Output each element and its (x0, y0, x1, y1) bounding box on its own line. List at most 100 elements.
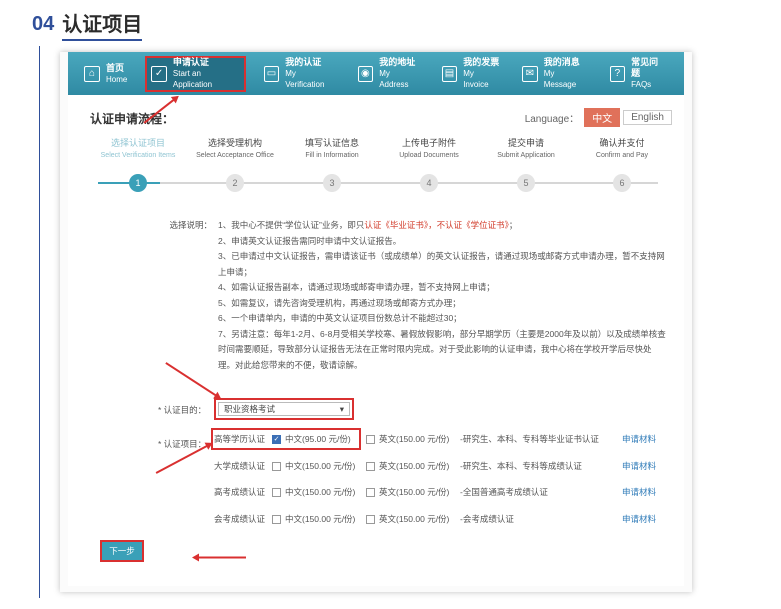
step-1-cn: 选择认证项目 (110, 138, 165, 148)
item-name: 会考成绩认证 (214, 514, 266, 524)
process-steps: 选择认证项目 Select Verification Items 选择受理机构 … (88, 136, 672, 196)
step-dot-3: 3 (323, 174, 341, 192)
item-english-option[interactable]: 英文(150.00 元/份) (366, 433, 460, 445)
item-materials-link[interactable]: 申请材料 (622, 513, 656, 525)
item-chinese-price: 中文(95.00 元/份) (285, 434, 351, 444)
nav-faqs[interactable]: ? 常见问题 FAQs (606, 56, 670, 92)
nav-my-invoice[interactable]: ▤ 我的发票 My Invoice (438, 56, 505, 92)
process-title: 认证申请流程： (90, 112, 175, 126)
note-1-pre: 1、我中心不提供“学位认证”业务，即只 (218, 220, 365, 230)
language-switcher: Language： 中文 English (525, 108, 672, 127)
purpose-label: * 认证目的： (158, 405, 207, 415)
nav-my-message[interactable]: ✉ 我的消息 My Message (518, 56, 591, 92)
item-chinese-option[interactable]: 中文(150.00 元/份) (272, 460, 366, 472)
note-6: 6、一个申请单内，申请的中英文认证项目份数总计不能超过30； (218, 313, 462, 323)
notes-list: 1、我中心不提供“学位认证”业务，即只认证《毕业证书》，不认证《学位证书》； 2… (218, 218, 668, 373)
message-icon: ✉ (522, 65, 538, 82)
section-heading: 04 认证项目 (32, 8, 143, 41)
step-5-en: Submit Application (497, 152, 555, 159)
nav-home[interactable]: ⌂ 首页 Home (80, 56, 131, 92)
item-name: 高考成绩认证 (214, 487, 266, 497)
dropdown-arrow-icon: ▾ (339, 403, 344, 414)
invoice-icon: ▤ (441, 65, 458, 82)
step-1-en: Select Verification Items (100, 152, 176, 159)
location-icon: ◉ (357, 65, 374, 82)
section-title: 认证项目 (62, 8, 143, 41)
item-english-price: 英文(150.00 元/份) (379, 514, 450, 524)
step-4: 上传电子附件 Upload Documents (379, 136, 479, 159)
step-dot-6: 6 (613, 174, 631, 192)
item-chinese-option[interactable]: 中文(150.00 元/份) (272, 513, 366, 525)
language-english-button[interactable]: English (623, 110, 672, 125)
checkbox-icon[interactable] (272, 461, 281, 471)
step-4-cn: 上传电子附件 (401, 138, 456, 148)
nav-my-verification[interactable]: ▭ 我的认证 My Verification (260, 56, 340, 92)
nav-my-address[interactable]: ◉ 我的地址 My Address (354, 56, 424, 92)
item-chinese-price: 中文(150.00 元/份) (285, 461, 356, 471)
item-chinese-price: 中文(150.00 元/份) (285, 514, 356, 524)
checkbox-icon[interactable] (366, 434, 375, 444)
nav-message-cn: 我的消息 (543, 57, 580, 67)
nav-message-en: My Message (543, 69, 577, 89)
nav-home-en: Home (106, 74, 128, 84)
item-english-option[interactable]: 英文(150.00 元/份) (366, 486, 460, 498)
item-chinese-option[interactable]: ✓ 中文(95.00 元/份) (272, 433, 366, 445)
purpose-highlight-box: 职业资格考试 ▾ (214, 398, 354, 420)
note-4: 4、如需认证报告副本，请通过现场或邮寄申请办理，暂不支持网上申请； (218, 282, 495, 292)
item-materials-link[interactable]: 申请材料 (622, 486, 656, 498)
nav-invoice-en: My Invoice (463, 69, 489, 89)
nav-address-en: My Address (379, 69, 409, 89)
checkbox-icon[interactable] (272, 487, 281, 497)
screenshot-frame: ⌂ 首页 Home ✓ 申请认证 Start an Application ▭ 我的… (60, 52, 692, 592)
nav-invoice-cn: 我的发票 (463, 57, 500, 67)
item-description: -研究生、本科、专科等成绩认证 (460, 461, 582, 471)
annotation-arrow (194, 557, 246, 559)
item-name: 大学成绩认证 (214, 461, 266, 471)
checkbox-icon[interactable] (272, 514, 281, 524)
home-icon: ⌂ (84, 65, 100, 82)
step-dot-5: 5 (517, 174, 535, 192)
section-divider (39, 46, 40, 598)
step-2-en: Select Acceptance Office (196, 152, 274, 159)
note-1: 1、我中心不提供“学位认证”业务，即只认证《毕业证书》，不认证《学位证书》； (218, 218, 668, 234)
note-1-highlight: 认证《毕业证书》，不认证《学位证书》 (364, 220, 509, 230)
faq-icon: ? (609, 65, 626, 82)
nav-start-en: Start an Application (172, 69, 213, 89)
nav-address-cn: 我的地址 (379, 57, 416, 67)
item-english-option[interactable]: 英文(150.00 元/份) (366, 460, 460, 472)
application-page: ⌂ 首页 Home ✓ 申请认证 Start an Application ▭ 我的… (68, 52, 684, 586)
language-chinese-button[interactable]: 中文 (584, 108, 621, 127)
item-materials-link[interactable]: 申请材料 (622, 460, 656, 472)
nav-start-application[interactable]: ✓ 申请认证 Start an Application (145, 55, 246, 92)
checkbox-icon[interactable] (366, 514, 375, 524)
item-description: -全国普通高考成绩认证 (460, 487, 548, 497)
item-chinese-option[interactable]: 中文(150.00 元/份) (272, 486, 366, 498)
nav-start-cn: 申请认证 (172, 57, 209, 67)
note-3: 3、已申请过中文认证报告，需申请该证书（或成绩单）的英文认证报告，请通过现场或邮… (218, 251, 665, 277)
annotation-arrow (165, 362, 221, 399)
note-5: 5、如需复议，请先咨询受理机构，再通过现场或邮寄方式办理； (218, 297, 461, 308)
item-materials-link[interactable]: 申请材料 (622, 433, 656, 445)
step-3: 填写认证信息 Fill in Information (282, 136, 382, 159)
step-1: 选择认证项目 Select Verification Items (88, 136, 188, 159)
step-6-en: Confirm and Pay (595, 152, 649, 159)
purpose-select[interactable]: 职业资格考试 ▾ (218, 402, 350, 416)
item-chinese-price: 中文(150.00 元/份) (285, 487, 356, 497)
checkbox-icon[interactable] (366, 461, 375, 471)
section-number: 04 (32, 12, 55, 35)
item-english-option[interactable]: 英文(150.00 元/份) (366, 513, 460, 525)
nav-home-cn: 首页 (106, 62, 125, 73)
nav-verification-cn: 我的认证 (285, 57, 322, 67)
verification-item-row: 大学成绩认证 中文(150.00 元/份) 英文(150.00 元/份) -研究… (214, 457, 674, 475)
verification-item-row: 会考成绩认证 中文(150.00 元/份) 英文(150.00 元/份) -会考… (214, 510, 674, 528)
notes-label: 选择说明： (169, 220, 212, 230)
checkbox-icon[interactable] (366, 487, 375, 497)
item-description: -研究生、本科、专科等毕业证书认证 (460, 434, 599, 444)
progress-track (98, 182, 658, 184)
step-3-cn: 填写认证信息 (304, 138, 359, 148)
item-description: -会考成绩认证 (460, 514, 514, 524)
note-1-post: ； (508, 220, 518, 230)
checkbox-checked-icon[interactable]: ✓ (272, 434, 281, 444)
next-step-button[interactable]: 下一步 (100, 540, 144, 562)
step-dot-4: 4 (420, 174, 438, 192)
